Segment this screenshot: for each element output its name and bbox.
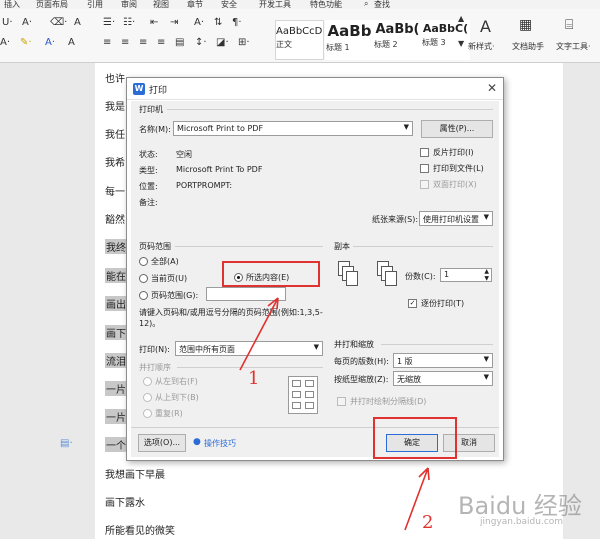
watermark-logo: Baidu 经验 xyxy=(458,492,582,520)
annotation-arrows xyxy=(239,297,430,531)
step-two-label: 2 xyxy=(422,512,434,533)
watermark-url: jingyan.baidu.com xyxy=(480,517,564,527)
step-one-label: 1 xyxy=(248,368,260,389)
